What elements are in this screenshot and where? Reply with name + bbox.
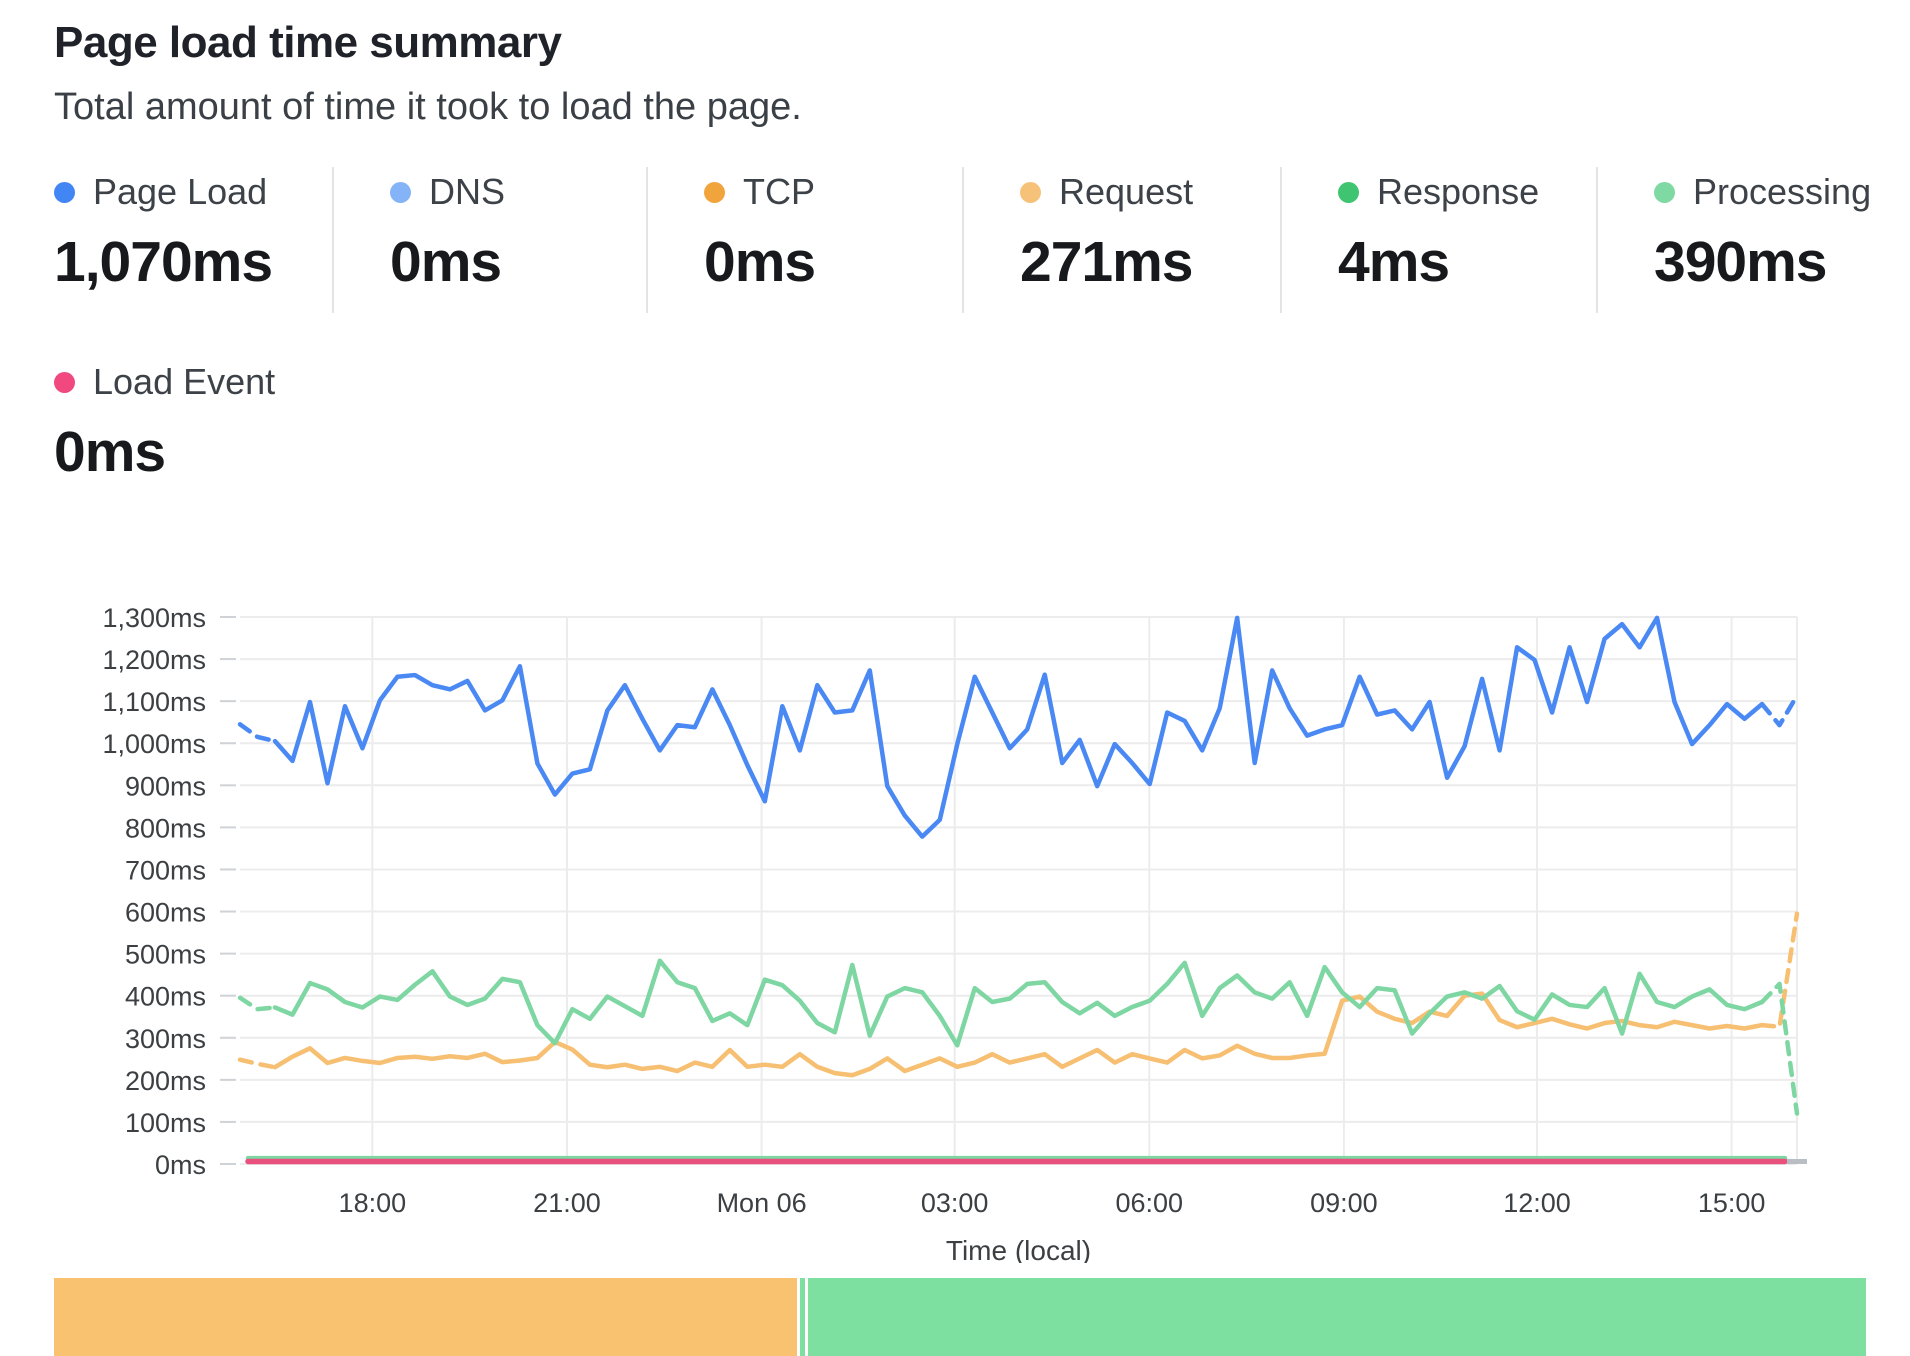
series-line-page-load: [275, 618, 1762, 837]
series-line-processing: [275, 961, 1762, 1046]
x-axis-label: 15:00: [1698, 1188, 1766, 1218]
stat-label: Load Event: [93, 361, 275, 403]
page-load-dot-icon: [54, 182, 75, 203]
x-axis-label: 21:00: [533, 1188, 601, 1218]
stat-value: 271ms: [1020, 229, 1280, 295]
stat-page-load[interactable]: Page Load 1,070ms: [54, 167, 332, 313]
x-axis-label: 18:00: [339, 1188, 407, 1218]
y-axis-label: 400ms: [125, 982, 206, 1012]
series-line-request: [240, 1060, 275, 1068]
stat-label: Response: [1377, 171, 1539, 213]
stat-label: Page Load: [93, 171, 267, 213]
stat-value: 0ms: [54, 419, 1910, 485]
x-axis-title: Time (local): [946, 1235, 1091, 1263]
stat-label: Request: [1059, 171, 1193, 213]
stat-value: 4ms: [1338, 229, 1596, 295]
stat-load-event[interactable]: Load Event 0ms: [54, 357, 1910, 503]
stat-value: 390ms: [1654, 229, 1910, 295]
stat-dns[interactable]: DNS 0ms: [332, 167, 646, 313]
series-line-processing: [1762, 984, 1797, 1114]
stat-value: 0ms: [390, 229, 646, 295]
x-axis-label: 03:00: [921, 1188, 989, 1218]
page-load-summary-panel: Page load time summary Total amount of t…: [0, 0, 1910, 1356]
bar-segment-request-portion: [54, 1278, 797, 1356]
stat-label: TCP: [743, 171, 815, 213]
series-line-processing: [240, 998, 275, 1009]
y-axis-label: 1,000ms: [102, 729, 206, 759]
y-axis-label: 100ms: [125, 1108, 206, 1138]
stat-tcp[interactable]: TCP 0ms: [646, 167, 962, 313]
stat-value: 0ms: [704, 229, 962, 295]
y-axis-label: 1,300ms: [102, 603, 206, 633]
metric-legend-row: Page Load 1,070ms DNS 0ms TCP 0ms Reques…: [54, 167, 1910, 313]
chart-canvas: 0ms 100ms 200ms 300ms 400ms 500ms 600ms 700ms 80…: [54, 591, 1866, 1263]
y-axis-label: 500ms: [125, 940, 206, 970]
x-axis-label: 09:00: [1310, 1188, 1378, 1218]
processing-dot-icon: [1654, 182, 1675, 203]
bar-segment-processing-portion: [808, 1278, 1866, 1356]
y-axis-label: 1,100ms: [102, 687, 206, 717]
series-line-request: [1762, 914, 1797, 1027]
page-title: Page load time summary: [54, 18, 1910, 68]
stat-label: Processing: [1693, 171, 1871, 213]
y-axis-label: 0ms: [155, 1150, 206, 1180]
x-axis-label: 06:00: [1115, 1188, 1183, 1218]
stat-processing[interactable]: Processing 390ms: [1596, 167, 1910, 313]
y-axis-label: 700ms: [125, 855, 206, 885]
x-axis-label: 12:00: [1503, 1188, 1571, 1218]
series-line-page-load: [1762, 696, 1797, 725]
y-axis-label: 200ms: [125, 1066, 206, 1096]
request-dot-icon: [1020, 182, 1041, 203]
stat-response[interactable]: Response 4ms: [1280, 167, 1596, 313]
bar-segment-processing-sliver: [800, 1278, 805, 1356]
stat-request[interactable]: Request 271ms: [962, 167, 1280, 313]
stat-label: DNS: [429, 171, 505, 213]
series-line-request: [275, 994, 1762, 1076]
x-axis-label: Mon 06: [717, 1188, 807, 1218]
dns-dot-icon: [390, 182, 411, 203]
stat-value: 1,070ms: [54, 229, 332, 295]
request-processing-proportion-bar: [54, 1278, 1866, 1356]
load-event-dot-icon: [54, 372, 75, 393]
tcp-dot-icon: [704, 182, 725, 203]
y-axis-label: 300ms: [125, 1024, 206, 1054]
page-subtitle: Total amount of time it took to load the…: [54, 86, 1910, 129]
y-axis-label: 600ms: [125, 898, 206, 928]
y-axis-label: 800ms: [125, 813, 206, 843]
y-axis-label: 1,200ms: [102, 645, 206, 675]
response-dot-icon: [1338, 182, 1359, 203]
series-line-page-load: [240, 724, 275, 741]
page-load-time-chart[interactable]: 0ms 100ms 200ms 300ms 400ms 500ms 600ms 700ms 80…: [54, 591, 1910, 1268]
y-axis-label: 900ms: [125, 771, 206, 801]
